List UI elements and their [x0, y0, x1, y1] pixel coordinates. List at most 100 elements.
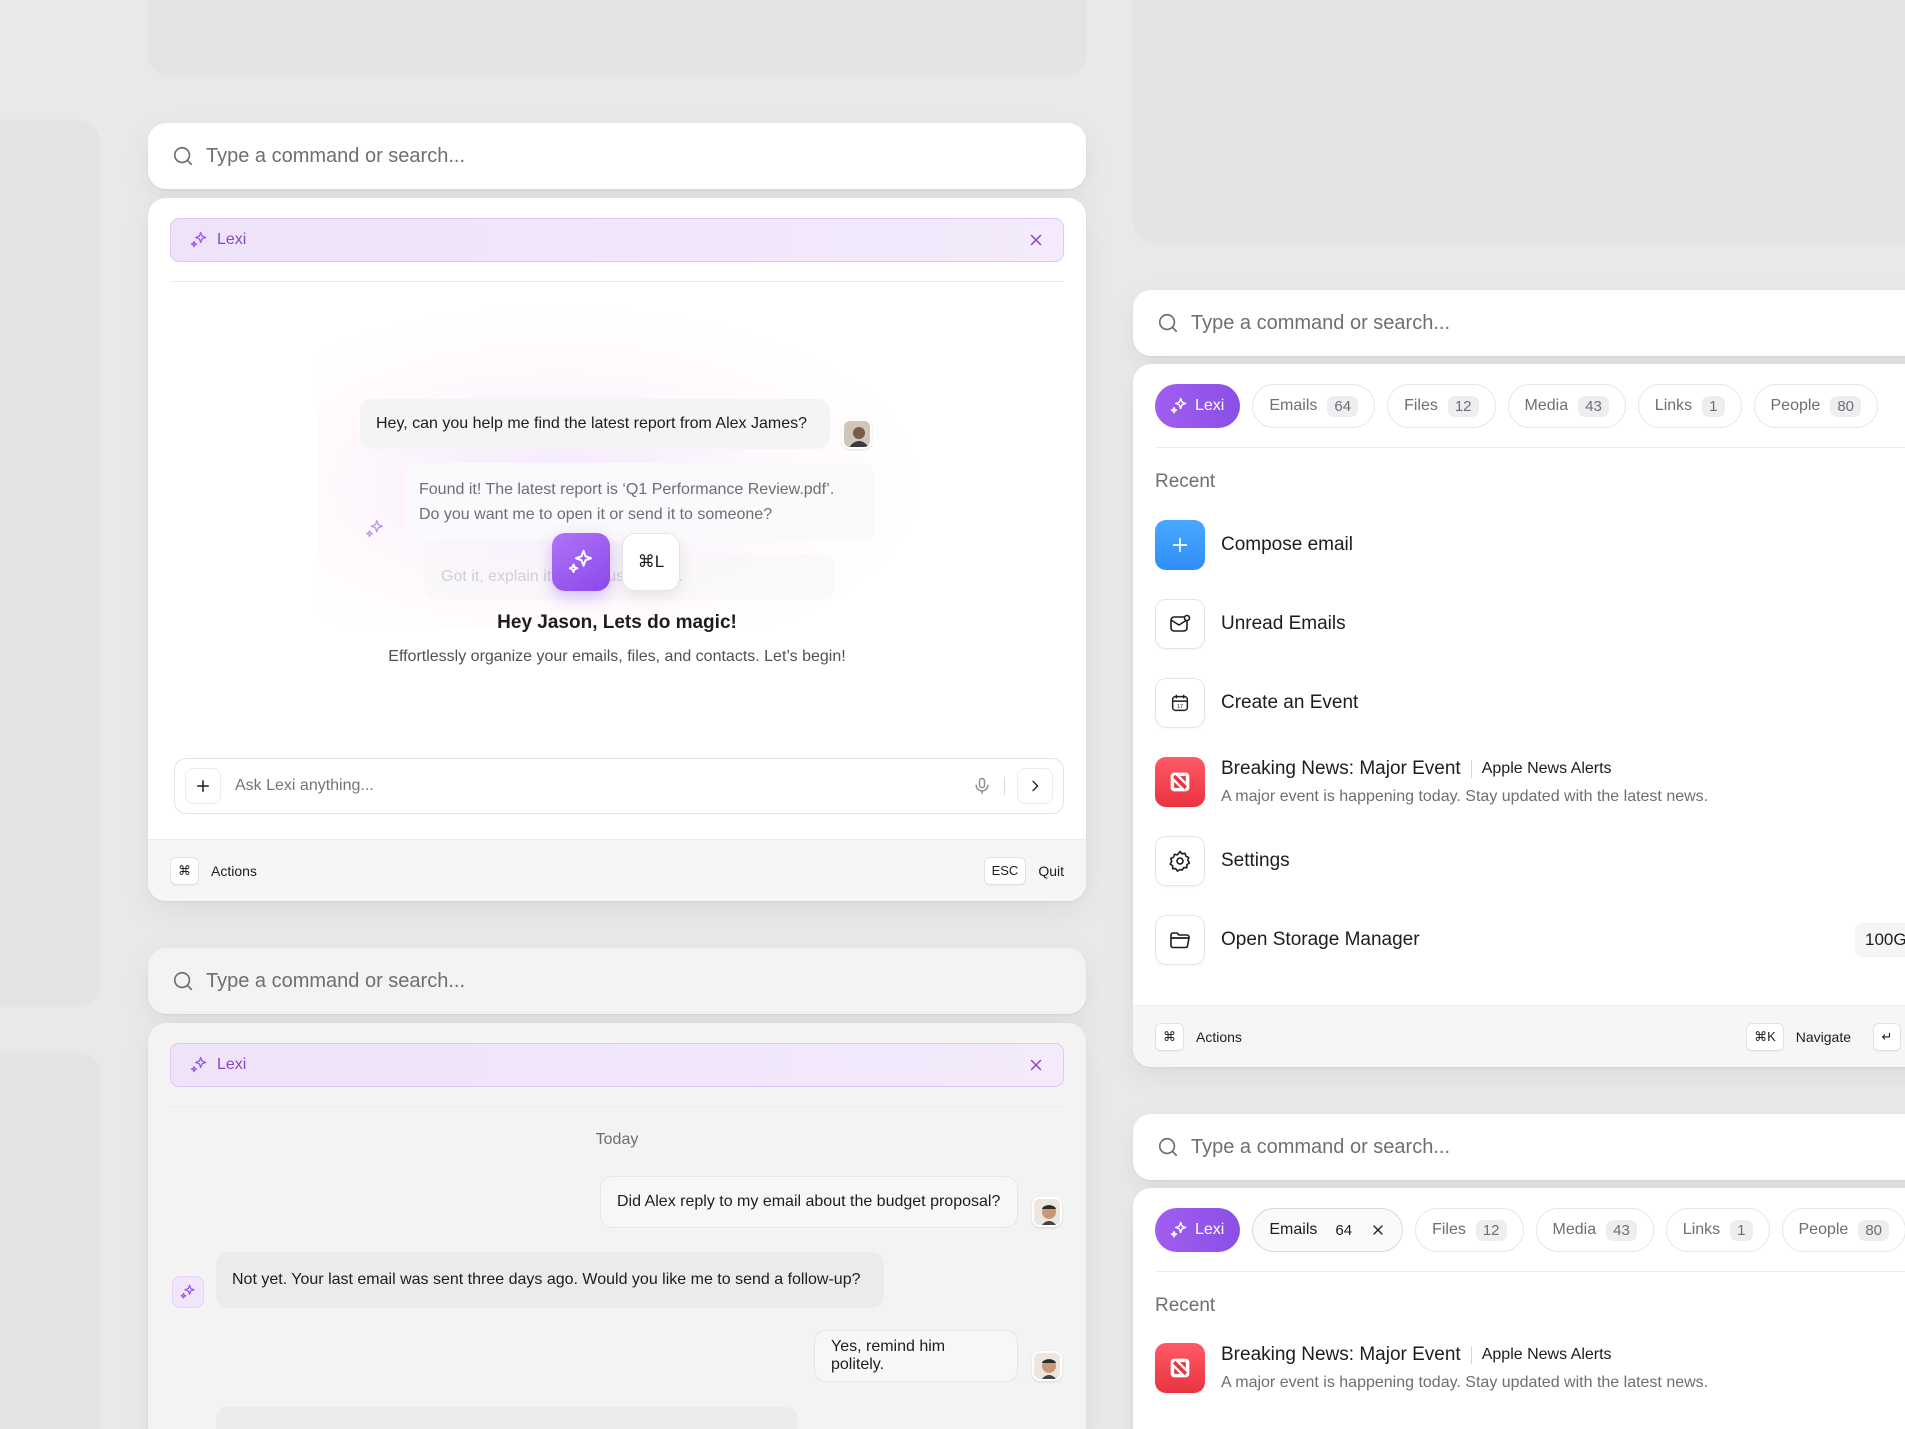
input-separator: [1004, 777, 1005, 795]
search-icon: [1158, 313, 1178, 333]
item-tag: Apple News Alerts: [1470, 760, 1612, 778]
item-title: Unread Emails: [1221, 613, 1346, 634]
list-item-unread-emails[interactable]: Unread Emails: [1155, 599, 1346, 649]
avatar: [1032, 1197, 1062, 1227]
calendar-icon: 17: [1171, 694, 1189, 712]
sparkle-icon: [568, 549, 592, 573]
item-title: Open Storage Manager: [1221, 929, 1420, 950]
sparkle-icon: [180, 1284, 195, 1299]
search-placeholder: Type a command or search...: [1191, 311, 1451, 334]
chevron-right-icon: [1032, 780, 1039, 792]
tab-count: 64: [1327, 395, 1359, 417]
actions-label[interactable]: Actions: [211, 863, 257, 879]
plus-icon: [1172, 537, 1188, 553]
sparkle-icon: [190, 231, 207, 248]
actions-label[interactable]: Actions: [1196, 1029, 1242, 1045]
list-item-breaking-news[interactable]: Breaking News: Major Event Apple News Al…: [1155, 1343, 1708, 1393]
list-item-settings[interactable]: Settings: [1155, 836, 1290, 886]
tab-count: 43: [1578, 395, 1609, 417]
search-bar-3[interactable]: Type a command or search...: [1133, 290, 1905, 356]
tab-label: Lexi: [1195, 397, 1225, 414]
actions-key[interactable]: ⌘: [1155, 1022, 1184, 1051]
ask-input[interactable]: [235, 777, 972, 795]
navigate-label[interactable]: Navigate: [1796, 1029, 1851, 1045]
recent-label: Recent: [1155, 471, 1216, 492]
tab-count: 12: [1447, 395, 1479, 417]
ghost-panel-left-1: [0, 120, 100, 1005]
ask-input-box[interactable]: [174, 758, 1064, 814]
storage-badge: 100GB / 25: [1855, 923, 1905, 957]
tab-people[interactable]: People 80: [1781, 1208, 1905, 1252]
list-item-storage-manager[interactable]: Open Storage Manager 100GB / 25: [1155, 915, 1905, 965]
quit-label[interactable]: Quit: [1038, 863, 1064, 879]
lexi-chat-panel: Lexi Today Did Alex reply to my email ab…: [148, 1023, 1086, 1429]
user-message-bubble: Hey, can you help me find the latest rep…: [360, 399, 830, 449]
list-item-breaking-news[interactable]: Breaking News: Major Event Apple News Al…: [1155, 757, 1708, 807]
folder-icon: [1170, 932, 1190, 949]
ai-message-bubble: Not yet. Your last email was sent three …: [216, 1252, 884, 1308]
actions-key[interactable]: ⌘: [170, 856, 199, 885]
ai-message-bubble-partial: [216, 1407, 798, 1429]
shortcut-label: ⌘L: [637, 552, 665, 571]
news-icon: [1170, 1358, 1190, 1378]
recent-label: Recent: [1155, 1295, 1216, 1316]
esc-key[interactable]: ESC: [983, 856, 1027, 885]
tab-label: Emails: [1269, 397, 1318, 414]
tab-files[interactable]: Files 12: [1415, 1208, 1524, 1252]
tab-lexi[interactable]: Lexi: [1155, 1208, 1241, 1252]
day-label: Today: [595, 1131, 639, 1148]
svg-text:17: 17: [1177, 704, 1183, 710]
search-icon: [1158, 1137, 1178, 1157]
divider: [1155, 447, 1905, 448]
tab-lexi[interactable]: Lexi: [1155, 384, 1241, 428]
ai-avatar: [172, 1276, 204, 1308]
search-placeholder: Type a command or search...: [1191, 1135, 1451, 1158]
send-button[interactable]: [1017, 768, 1053, 804]
close-icon[interactable]: [1370, 1222, 1386, 1238]
item-title: Breaking News: Major Event: [1221, 1344, 1461, 1365]
ai-message-text: Not yet. Your last email was sent three …: [232, 1271, 861, 1288]
list-item-create-event[interactable]: 17 Create an Event: [1155, 678, 1358, 728]
navigate-key[interactable]: ⌘K: [1746, 1022, 1784, 1051]
tab-label: People: [1798, 1221, 1849, 1238]
tab-people[interactable]: People 80: [1753, 384, 1879, 428]
ghost-panel-left-2: [0, 1052, 100, 1429]
mail-icon-tile: [1155, 599, 1205, 649]
shortcut-key: ⌘L: [622, 533, 680, 591]
tab-count: 1: [1702, 395, 1725, 417]
close-icon[interactable]: [1027, 231, 1045, 249]
storage-value: 100GB / 25: [1865, 930, 1905, 949]
tab-media[interactable]: Media 43: [1507, 384, 1626, 428]
compose-icon-tile: [1155, 520, 1205, 570]
tab-links[interactable]: Links 1: [1665, 1208, 1770, 1252]
tab-count: 43: [1606, 1219, 1637, 1241]
ghost-panel-top-right: [1133, 0, 1905, 242]
intro-subheading: Effortlessly organize your emails, files…: [388, 648, 846, 665]
add-button[interactable]: [185, 768, 221, 804]
tab-media[interactable]: Media 43: [1535, 1208, 1654, 1252]
tab-emails[interactable]: Emails 64: [1252, 384, 1376, 428]
list-item-compose-email[interactable]: Compose email: [1155, 520, 1353, 570]
tab-label: Emails: [1269, 1221, 1318, 1238]
tab-emails-active[interactable]: Emails 64: [1252, 1208, 1404, 1252]
filter-tabs: Lexi Emails 64 Files 12 Media 43 Links 1 Pe…: [1155, 1208, 1905, 1252]
item-title: Breaking News: Major Event: [1221, 758, 1461, 779]
tab-links[interactable]: Links 1: [1637, 384, 1742, 428]
lexi-bar[interactable]: Lexi: [170, 1043, 1064, 1087]
tab-label: People: [1770, 397, 1821, 414]
tab-label: Lexi: [1195, 1221, 1225, 1238]
command-results-panel: Lexi Emails 64 Files 12 Media 43 Links 1 Peo…: [1133, 364, 1905, 1067]
search-placeholder: Type a command or search...: [206, 969, 466, 992]
tab-files[interactable]: Files 12: [1387, 384, 1496, 428]
enter-key[interactable]: ↵: [1873, 1022, 1901, 1051]
search-bar-1[interactable]: Type a command or search...: [148, 123, 1086, 189]
search-bar-4[interactable]: Type a command or search...: [1133, 1114, 1905, 1180]
news-icon-tile: [1155, 1343, 1205, 1393]
microphone-icon[interactable]: [972, 776, 992, 796]
lexi-label: Lexi: [217, 231, 247, 248]
divider: [1155, 1271, 1905, 1272]
close-icon[interactable]: [1027, 1056, 1045, 1074]
lexi-bar[interactable]: Lexi: [170, 218, 1064, 262]
search-bar-2[interactable]: Type a command or search...: [148, 948, 1086, 1014]
tab-count: 80: [1858, 1219, 1890, 1241]
